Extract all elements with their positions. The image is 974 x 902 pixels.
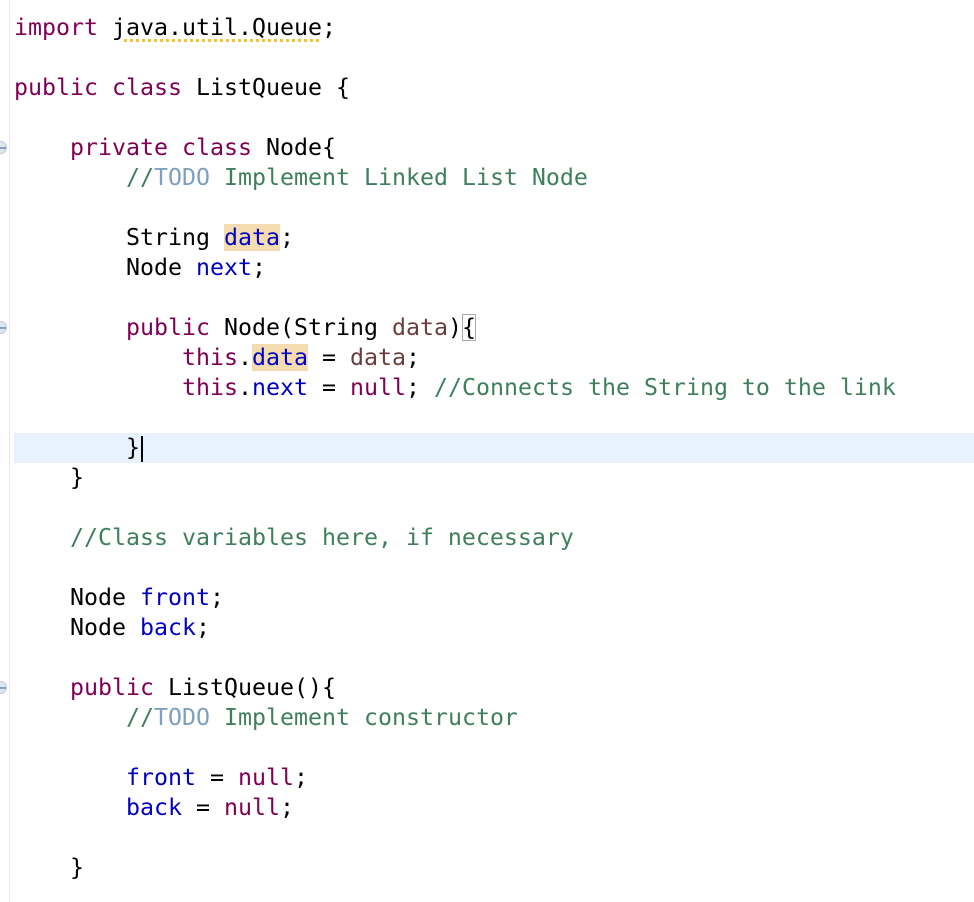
token-fld: front xyxy=(139,584,210,611)
token-text: = xyxy=(181,794,224,821)
fold-collapse-icon[interactable] xyxy=(0,321,7,334)
token-fld: next xyxy=(251,374,308,401)
token-kw: private xyxy=(70,134,168,161)
token-text: Node xyxy=(14,614,140,641)
token-fld: data xyxy=(223,224,280,251)
current-line-highlight xyxy=(14,433,974,463)
fold-collapse-icon[interactable] xyxy=(0,681,7,694)
token-text: Node{ xyxy=(251,134,336,161)
token-kw: null xyxy=(349,374,406,401)
gutter-ruler xyxy=(0,0,10,902)
token-text: = xyxy=(307,344,350,371)
fold-collapse-icon[interactable] xyxy=(0,141,7,154)
code-line[interactable]: //TODO Implement Linked List Node xyxy=(14,163,588,193)
token-kw: public xyxy=(125,314,210,341)
token-cmt: Implement Linked List Node xyxy=(209,164,588,191)
token-todo: TODO xyxy=(153,164,210,191)
token-warn: java.util.Queue xyxy=(112,14,322,41)
text-caret xyxy=(140,435,143,462)
token-text: } xyxy=(14,434,140,461)
token-text: ; xyxy=(251,254,266,281)
code-line[interactable]: Node front; xyxy=(14,583,224,613)
token-cmt: //Class variables here, if necessary xyxy=(70,524,574,551)
token-todo: TODO xyxy=(153,704,210,731)
token-text: ; xyxy=(279,224,294,251)
token-text: Node(String xyxy=(209,314,392,341)
code-line[interactable]: back = null; xyxy=(14,793,294,823)
token-fld: next xyxy=(195,254,252,281)
code-line[interactable]: front = null; xyxy=(14,763,308,793)
token-text: . xyxy=(237,344,252,371)
token-kw: this xyxy=(181,374,238,401)
code-line[interactable]: } xyxy=(14,853,84,883)
token-text: ) xyxy=(447,314,462,341)
code-editor[interactable]: import java.util.Queue; public class List… xyxy=(0,0,974,902)
token-fld: front xyxy=(125,764,196,791)
token-text: ; xyxy=(279,794,294,821)
token-kw: class xyxy=(181,134,252,161)
code-line[interactable]: public class ListQueue { xyxy=(14,73,350,103)
token-text: ; xyxy=(195,614,210,641)
token-fld: back xyxy=(125,794,182,821)
token-cmt: //Connects the String to the link xyxy=(433,374,896,401)
token-text: Node xyxy=(14,584,140,611)
token-text: ListQueue { xyxy=(182,74,350,101)
code-line[interactable]: this.next = null; //Connects the String … xyxy=(14,373,896,403)
code-line[interactable]: //Class variables here, if necessary xyxy=(14,523,574,553)
token-kw: public xyxy=(70,674,154,701)
token-kw: null xyxy=(237,764,294,791)
code-line[interactable]: } xyxy=(14,433,143,463)
token-param: data xyxy=(391,314,448,341)
code-line[interactable]: public ListQueue(){ xyxy=(14,673,336,703)
code-line[interactable]: } xyxy=(14,463,84,493)
token-cmt: // xyxy=(125,164,154,191)
token-fld: back xyxy=(139,614,196,641)
token-bracket: { xyxy=(461,314,476,341)
token-cmt: Implement constructor xyxy=(209,704,518,731)
token-kw: class xyxy=(112,74,182,101)
token-text: Node xyxy=(14,254,196,281)
token-text: ; xyxy=(405,344,420,371)
code-line[interactable]: //TODO Implement constructor xyxy=(14,703,518,733)
token-text: ListQueue(){ xyxy=(154,674,336,701)
token-text: } xyxy=(14,464,84,491)
token-text: String xyxy=(14,224,224,251)
token-text: ; xyxy=(321,14,336,41)
token-kw: null xyxy=(223,794,280,821)
token-text: ; xyxy=(405,374,434,401)
code-line[interactable]: import java.util.Queue; xyxy=(14,13,336,43)
token-text: ; xyxy=(293,764,308,791)
token-text: = xyxy=(307,374,350,401)
code-line[interactable]: Node next; xyxy=(14,253,266,283)
token-param: data xyxy=(349,344,406,371)
token-kw: public xyxy=(14,74,98,101)
token-kw: import xyxy=(14,14,98,41)
token-cmt: // xyxy=(125,704,154,731)
code-line[interactable]: String data; xyxy=(14,223,294,253)
token-text: = xyxy=(195,764,238,791)
token-fld: data xyxy=(251,344,308,371)
code-line[interactable]: public Node(String data){ xyxy=(14,313,476,343)
code-line[interactable]: private class Node{ xyxy=(14,133,336,163)
token-text: ; xyxy=(209,584,224,611)
token-text: . xyxy=(237,374,252,401)
token-kw: this xyxy=(181,344,238,371)
code-line[interactable]: Node back; xyxy=(14,613,210,643)
token-text: } xyxy=(14,854,84,881)
code-line[interactable]: this.data = data; xyxy=(14,343,420,373)
